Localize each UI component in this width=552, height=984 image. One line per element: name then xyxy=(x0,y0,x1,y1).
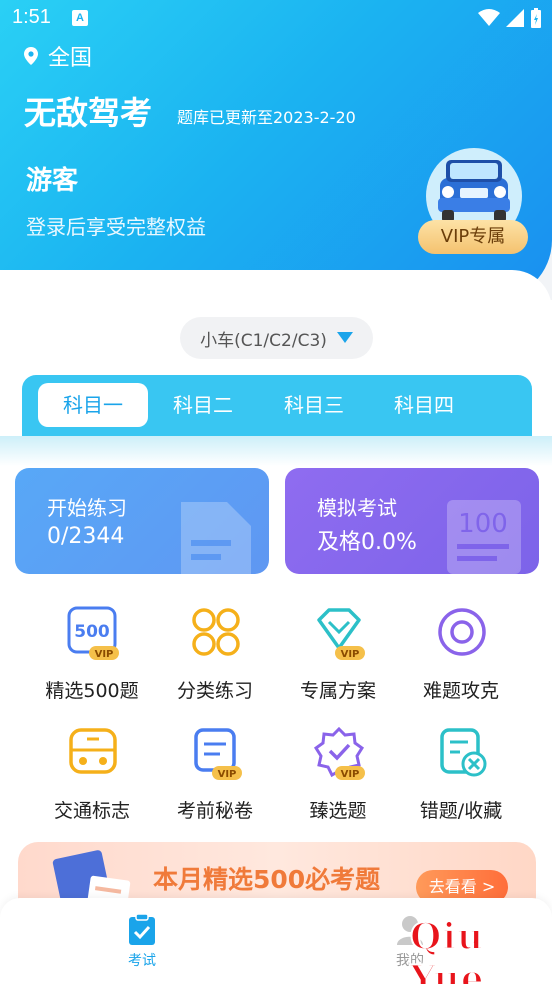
vip-button[interactable]: VIP专属 xyxy=(418,220,528,254)
car-type-label: 小车(C1/C2/C3) xyxy=(200,330,327,351)
tab-subject-4[interactable]: 科目四 xyxy=(369,383,479,427)
update-note: 题库已更新至2023-2-20 xyxy=(177,108,356,127)
feature-pre-exam-papers[interactable]: VIP 考前秘卷 xyxy=(146,726,284,826)
feature-label: 精选500题 xyxy=(45,680,139,702)
feature-exclusive-plan[interactable]: VIP 专属方案 xyxy=(269,606,407,706)
tab-subject-3[interactable]: 科目三 xyxy=(259,383,369,427)
mock-exam-card[interactable]: 模拟考试 及格0.0% 100 xyxy=(285,468,539,574)
subject-fade xyxy=(0,436,552,466)
vip-badge-text: VIP xyxy=(341,649,360,660)
tab-subject-1[interactable]: 科目一 xyxy=(38,383,148,427)
vip-badge-text: VIP xyxy=(218,769,237,780)
diamond-vip-icon: VIP xyxy=(317,608,365,660)
promo-text: 本月精选500必考题 xyxy=(153,865,381,894)
badge-check-vip-icon: VIP xyxy=(313,726,365,780)
score-100-text: 100 xyxy=(458,509,508,539)
exam-clipboard-icon xyxy=(129,914,155,945)
target-icon xyxy=(438,608,486,656)
feature-label: 难题攻克 xyxy=(422,680,499,702)
feature-category-practice[interactable]: 分类练习 xyxy=(146,606,284,706)
tab-subject-2[interactable]: 科目二 xyxy=(148,383,258,427)
system-icons xyxy=(478,8,542,28)
feature-premium-questions[interactable]: VIP 臻选题 xyxy=(269,726,407,826)
feature-label: 交通标志 xyxy=(53,800,130,822)
feature-wrong-favorites[interactable]: 错题/收藏 xyxy=(392,726,530,826)
wifi-icon xyxy=(478,9,500,26)
practice-title: 开始练习 xyxy=(47,496,127,520)
cellular-icon xyxy=(506,9,524,27)
location-pin-icon xyxy=(24,47,38,65)
feature-difficult-questions[interactable]: 难题攻克 xyxy=(392,606,530,706)
feature-label: 臻选题 xyxy=(309,800,367,822)
exam-pass-rate: 及格0.0% xyxy=(317,530,417,555)
status-time: 1:51 xyxy=(12,6,51,28)
location-selector[interactable]: 全国 xyxy=(24,40,92,72)
tab-exam[interactable]: 考试 xyxy=(112,914,172,970)
wrong-question-icon xyxy=(440,728,487,777)
battery-icon xyxy=(531,8,541,28)
location-label: 全国 xyxy=(48,46,93,71)
car-type-selector[interactable]: 小车(C1/C2/C3) xyxy=(180,317,373,359)
tab-exam-label: 考试 xyxy=(128,953,156,969)
feature-traffic-signs[interactable]: 交通标志 xyxy=(23,726,161,826)
notification-icon: A xyxy=(72,10,88,26)
500-vip-icon: 500 VIP xyxy=(67,606,119,660)
dropdown-triangle-icon xyxy=(336,332,353,343)
login-hint[interactable]: 登录后享受完整权益 xyxy=(26,211,206,240)
vip-badge-text: VIP xyxy=(341,769,360,780)
start-practice-card[interactable]: 开始练习 0/2344 xyxy=(15,468,269,574)
score-100-icon: 100 xyxy=(447,500,521,574)
practice-progress: 0/2344 xyxy=(47,524,125,549)
500-text: 500 xyxy=(74,622,110,642)
bus-icon xyxy=(69,728,117,774)
feature-label: 考前秘卷 xyxy=(176,800,253,822)
exam-title: 模拟考试 xyxy=(317,496,397,520)
feature-label: 分类练习 xyxy=(176,680,253,702)
document-icon xyxy=(181,502,251,574)
category-icon xyxy=(192,608,240,656)
app-title: 无敌驾考 xyxy=(24,94,153,132)
user-name[interactable]: 游客 xyxy=(26,160,78,197)
watermark-signature: Qiu Yue xyxy=(409,915,485,984)
status-bar: 1:51 A xyxy=(0,0,552,36)
subject-tabs: 科目一 科目二 科目三 科目四 xyxy=(22,375,532,437)
feature-selected-500[interactable]: 500 VIP 精选500题 xyxy=(23,606,161,706)
feature-label: 错题/收藏 xyxy=(419,800,503,822)
exam-paper-vip-icon: VIP xyxy=(194,728,242,780)
feature-label: 专属方案 xyxy=(299,680,376,702)
vip-badge-text: VIP xyxy=(95,649,114,660)
